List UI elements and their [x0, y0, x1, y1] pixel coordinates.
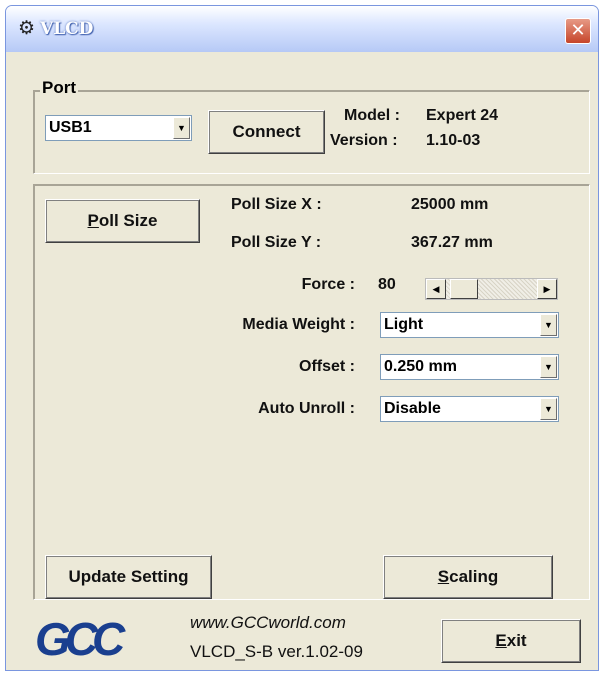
close-button[interactable]: ✕	[565, 18, 591, 44]
force-slider[interactable]: ◀ ▶	[425, 278, 558, 300]
auto-unroll-value: Disable	[384, 400, 441, 417]
auto-unroll-label: Auto Unroll :	[258, 400, 355, 417]
chevron-down-icon[interactable]: ▼	[540, 314, 557, 336]
media-weight-label: Media Weight :	[242, 316, 355, 333]
chevron-right-icon[interactable]: ▶	[537, 279, 557, 299]
website-text: www.GCCworld.com	[190, 613, 346, 632]
poll-size-x-value: 25000 mm	[411, 196, 489, 213]
port-select-value: USB1	[49, 119, 92, 136]
model-value: Expert 24	[426, 107, 499, 124]
version-info: VLCD_S-B ver.1.02-09	[190, 642, 363, 661]
media-weight-value: Light	[384, 316, 424, 333]
app-gear-icon: ⚙	[18, 18, 36, 39]
chevron-down-icon[interactable]: ▼	[540, 356, 557, 378]
window-title: VLCD	[40, 19, 94, 39]
poll-size-x-label: Poll Size X :	[231, 196, 322, 213]
scaling-mnemonic: S	[437, 567, 450, 586]
title-bar[interactable]: ⚙ VLCD ✕	[6, 6, 598, 52]
gcc-logo: GCC	[35, 615, 132, 661]
close-icon: ✕	[570, 20, 586, 41]
poll-size-label: oll Size	[98, 211, 158, 230]
force-value: 80	[378, 276, 396, 293]
offset-select[interactable]: 0.250 mm ▼	[380, 354, 559, 380]
vlcd-window: ⚙ VLCD ✕ Port USB1 ▼ Connect Model : Exp…	[5, 5, 599, 671]
poll-size-mnemonic: P	[87, 211, 99, 230]
force-slider-thumb[interactable]	[450, 279, 478, 299]
auto-unroll-select[interactable]: Disable ▼	[380, 396, 559, 422]
exit-label: xit	[506, 631, 527, 650]
update-setting-label: Update Setting	[68, 567, 189, 586]
exit-mnemonic: E	[495, 631, 507, 650]
port-select[interactable]: USB1 ▼	[45, 115, 192, 141]
chevron-left-icon[interactable]: ◀	[426, 279, 446, 299]
poll-size-y-value: 367.27 mm	[411, 234, 493, 251]
chevron-down-icon[interactable]: ▼	[540, 398, 557, 420]
poll-size-y-label: Poll Size Y :	[231, 234, 322, 251]
version-value: 1.10-03	[426, 132, 481, 149]
poll-size-button[interactable]: Poll Size	[45, 199, 200, 243]
update-setting-button[interactable]: Update Setting	[45, 555, 212, 599]
exit-button[interactable]: Exit	[441, 619, 581, 663]
scaling-button[interactable]: Scaling	[383, 555, 553, 599]
media-weight-select[interactable]: Light ▼	[380, 312, 559, 338]
force-label: Force :	[301, 276, 355, 293]
port-group-label: Port	[40, 78, 78, 98]
connect-button-label: Connect	[232, 122, 301, 141]
version-label: Version :	[330, 132, 398, 149]
offset-label: Offset :	[299, 358, 355, 375]
connect-button[interactable]: Connect	[208, 110, 325, 154]
model-label: Model :	[344, 107, 400, 124]
offset-value: 0.250 mm	[384, 358, 457, 375]
scaling-label: caling	[449, 567, 499, 586]
gcc-logo-text: GCC	[35, 615, 126, 661]
chevron-down-icon[interactable]: ▼	[173, 117, 190, 139]
